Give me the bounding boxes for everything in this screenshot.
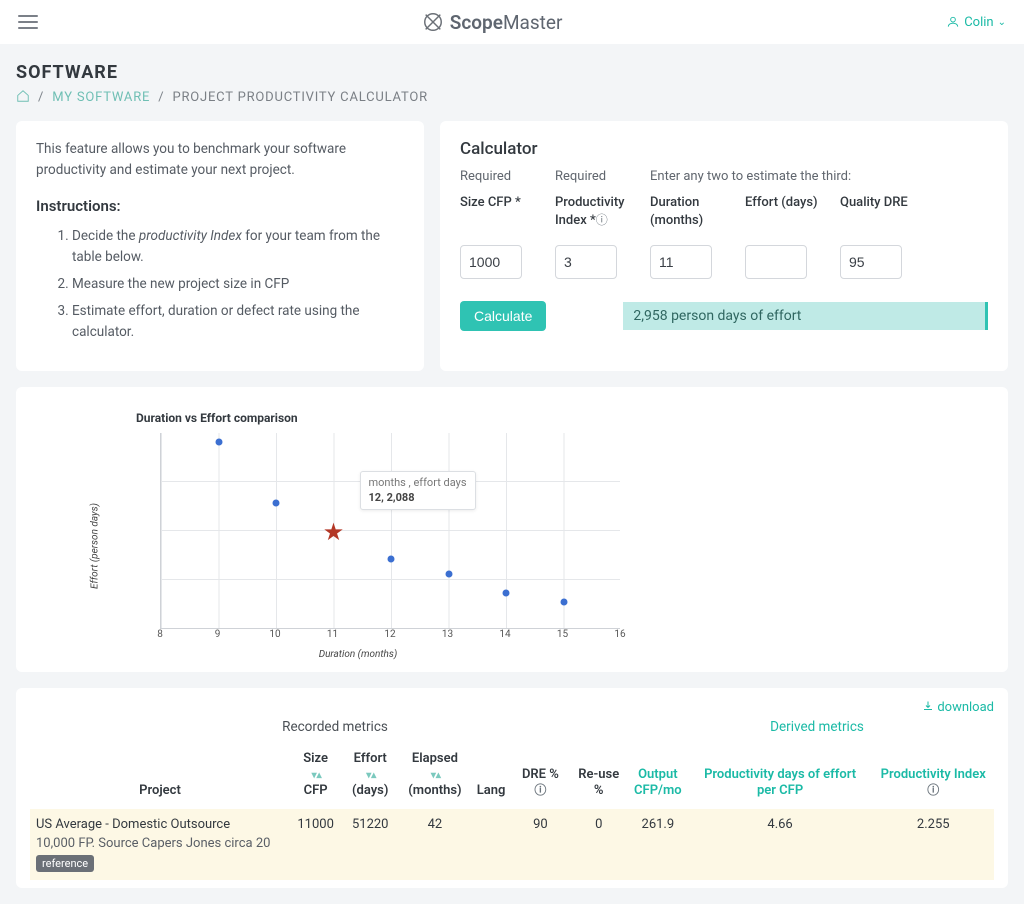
topbar: ScopeMaster Colin ⌄: [0, 0, 1024, 44]
download-link[interactable]: download: [922, 700, 994, 715]
breadcrumb: / MY SOFTWARE / PROJECT PRODUCTIVITY CAL…: [16, 89, 1008, 105]
duration-input[interactable]: [650, 245, 712, 279]
user-icon: [946, 15, 960, 29]
page-header: SOFTWARE / MY SOFTWARE / PROJECT PRODUCT…: [0, 44, 1024, 115]
chart-xtick: 16: [614, 629, 625, 640]
cell-pindex: 2.255: [873, 809, 995, 880]
user-name: Colin: [964, 15, 993, 30]
required-label: Required: [460, 167, 555, 194]
metrics-table-card: download Recorded metrics Derived metric…: [16, 688, 1008, 889]
chart-point[interactable]: [273, 500, 280, 507]
chart-xtick: 9: [215, 629, 221, 640]
required-label: Required: [555, 167, 650, 194]
quality-input[interactable]: [840, 245, 902, 279]
chart-point[interactable]: [503, 589, 510, 596]
calculate-button[interactable]: Calculate: [460, 301, 546, 331]
duration-label: Duration (months): [650, 194, 745, 245]
effort-label: Effort (days): [745, 194, 840, 245]
chart-point[interactable]: [388, 556, 395, 563]
chart-xtick: 8: [157, 629, 163, 640]
chart-point[interactable]: [215, 439, 222, 446]
th-output[interactable]: OutputCFP/mo: [628, 745, 688, 810]
th-lang[interactable]: Lang: [471, 745, 512, 810]
group-recorded: Recorded metrics: [30, 719, 640, 735]
sort-icon: ▾▴: [431, 770, 441, 781]
instruction-step: Decide the productivity Index for your t…: [72, 226, 404, 268]
th-elapsed[interactable]: Elapsed ▾▴(months): [399, 745, 471, 810]
chart-highlight-star[interactable]: ★: [323, 520, 345, 544]
brand-logo[interactable]: ScopeMaster: [422, 11, 563, 34]
chart-xtick: 14: [499, 629, 510, 640]
breadcrumb-my-software[interactable]: MY SOFTWARE: [52, 90, 150, 105]
chart-xtick: 11: [327, 629, 338, 640]
instructions-heading: Instructions:: [36, 195, 404, 218]
chart-card: Duration vs Effort comparison Effort (pe…: [16, 387, 1008, 672]
chart-xtick: 10: [269, 629, 280, 640]
cell-effort: 51220: [341, 809, 399, 880]
info-icon[interactable]: ⓘ: [596, 213, 608, 227]
th-effort[interactable]: Effort ▾▴(days): [341, 745, 399, 810]
cell-size: 11000: [290, 809, 341, 880]
brand-strong: Scope: [450, 11, 503, 34]
breadcrumb-current: PROJECT PRODUCTIVITY CALCULATOR: [172, 90, 427, 105]
project-sub: 10,000 FP. Source Capers Jones circa 20: [36, 836, 284, 851]
intro-text: This feature allows you to benchmark you…: [36, 139, 404, 181]
intro-card: This feature allows you to benchmark you…: [16, 121, 424, 371]
th-dre[interactable]: DRE % ⓘ: [511, 745, 569, 810]
size-label: Size CFP *: [460, 194, 555, 245]
chart-xtick: 12: [384, 629, 395, 640]
th-reuse[interactable]: Re-use %: [569, 745, 628, 810]
calculator-heading: Calculator: [460, 139, 988, 159]
table-row[interactable]: US Average - Domestic Outsource 10,000 F…: [30, 809, 994, 880]
cell-output: 261.9: [628, 809, 688, 880]
cell-elapsed: 42: [399, 809, 471, 880]
chart-xlabel: Duration (months): [98, 649, 618, 660]
cell-lang: [471, 809, 512, 880]
cell-dre: 90: [511, 809, 569, 880]
download-icon: [922, 700, 934, 712]
calculator-card: Calculator Required Required Enter any t…: [440, 121, 1008, 371]
instruction-step: Estimate effort, duration or defect rate…: [72, 301, 404, 343]
breadcrumb-home[interactable]: [16, 90, 34, 105]
chart-xtick: 13: [442, 629, 453, 640]
sort-icon: ▾▴: [312, 770, 322, 781]
sort-icon: ▾▴: [366, 770, 376, 781]
quality-label: Quality DRE: [840, 194, 935, 245]
brand-icon: [422, 11, 444, 33]
cell-reuse: 0: [569, 809, 628, 880]
chevron-down-icon: ⌄: [998, 17, 1006, 28]
info-icon: ⓘ: [927, 783, 939, 797]
chart-ylabel: Effort (person days): [90, 503, 101, 589]
instruction-step: Measure the new project size in CFP: [72, 274, 404, 295]
th-pindex[interactable]: Productivity Index ⓘ: [873, 745, 995, 810]
effort-input[interactable]: [745, 245, 807, 279]
group-derived: Derived metrics: [640, 719, 994, 735]
info-icon: ⓘ: [534, 783, 546, 797]
chart-title: Duration vs Effort comparison: [136, 411, 984, 425]
any-two-label: Enter any two to estimate the third:: [650, 167, 935, 194]
chart-tooltip: months , effort days12, 2,088: [360, 471, 476, 510]
th-pdays[interactable]: Productivity days of effort per CFP: [688, 745, 873, 810]
chart-point[interactable]: [560, 598, 567, 605]
page-title: SOFTWARE: [16, 62, 1008, 83]
chart-point[interactable]: [445, 570, 452, 577]
chart-plot[interactable]: ★ months , effort days12, 2,088: [160, 433, 620, 629]
user-menu[interactable]: Colin ⌄: [946, 15, 1006, 30]
pi-label: Productivity Index *ⓘ: [555, 194, 650, 245]
th-project[interactable]: Project: [30, 745, 290, 810]
cell-pdays: 4.66: [688, 809, 873, 880]
calc-result: 2,958 person days of effort: [623, 302, 988, 330]
brand-light: Master: [503, 11, 562, 34]
chart-xticks: 8910111213141516: [160, 629, 620, 643]
th-size[interactable]: Size ▾▴CFP: [290, 745, 341, 810]
pi-input[interactable]: [555, 245, 617, 279]
chart-xtick: 15: [557, 629, 568, 640]
size-input[interactable]: [460, 245, 522, 279]
home-icon: [16, 89, 30, 103]
hamburger-menu[interactable]: [18, 15, 38, 29]
reference-badge: reference: [36, 855, 94, 872]
metrics-table: Project Size ▾▴CFP Effort ▾▴(days) Elaps…: [30, 745, 994, 881]
